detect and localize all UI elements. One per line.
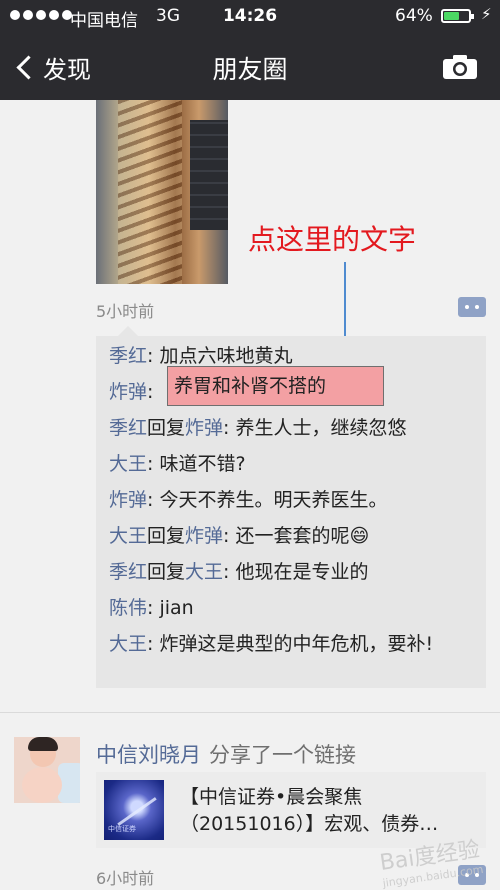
- commenter-name[interactable]: 季红: [109, 345, 147, 367]
- comment-text: 回复: [147, 525, 186, 547]
- battery-icon: [441, 9, 474, 23]
- comment-line[interactable]: 大王回复炸弹: 还一套套的呢😄: [109, 524, 479, 548]
- comment-button[interactable]: [458, 297, 486, 317]
- post-time: 6小时前: [96, 869, 155, 888]
- comment-line[interactable]: 季红回复大王: 他现在是专业的: [109, 560, 479, 584]
- comment-line[interactable]: 季红回复炸弹: 养生人士，继续忽悠: [109, 416, 479, 440]
- nav-bar: 发现 朋友圈: [0, 34, 500, 100]
- avatar[interactable]: [14, 737, 80, 803]
- commenter-name[interactable]: 大王: [109, 453, 147, 475]
- comment-text: : 他现在是专业的: [223, 561, 369, 583]
- commenter-name[interactable]: 陈伟: [109, 597, 147, 619]
- link-title: 【中信证券•晨会聚焦（20151016）】宏观、债券…: [180, 786, 439, 835]
- post-time: 5小时前: [96, 302, 155, 321]
- post-divider: [0, 712, 500, 713]
- link-thumbnail: 中信证券: [104, 780, 164, 840]
- comment-text: : 今天不养生。明天养医生。: [147, 489, 388, 511]
- share-action: 分享了一个链接: [209, 743, 356, 767]
- commenter-name[interactable]: 炸弹: [185, 525, 223, 547]
- charging-bolt-icon: ⚡: [481, 5, 492, 23]
- status-bar: 中国电信 3G 14:26 64% ⚡: [0, 0, 500, 34]
- comment-line[interactable]: 陈伟: jian: [109, 596, 479, 620]
- highlighted-comment-text[interactable]: 养胃和补肾不搭的: [167, 366, 384, 406]
- commenter-name[interactable]: 炸弹: [109, 489, 147, 511]
- comment-text: : jian: [147, 597, 194, 619]
- comment-line[interactable]: 季红: 加点六味地黄丸: [109, 344, 479, 368]
- author-name[interactable]: 中信刘晓月: [96, 743, 201, 767]
- comment-text: 回复: [147, 561, 186, 583]
- comment-line[interactable]: 大王: 炸弹这是典型的中年危机，要补!: [109, 632, 479, 656]
- thumbnail-label: 中信证券: [108, 825, 136, 833]
- comment-line[interactable]: 大王: 味道不错?: [109, 452, 479, 476]
- annotation-text: 点这里的文字: [248, 223, 417, 256]
- comment-text: : 加点六味地黄丸: [147, 345, 293, 367]
- battery-fill: [444, 12, 460, 20]
- post-header: 中信刘晓月 分享了一个链接: [96, 739, 356, 769]
- post-photo[interactable]: [96, 100, 228, 284]
- commenter-name[interactable]: 炸弹: [109, 381, 147, 403]
- comment-line[interactable]: 炸弹: 今天不养生。明天养医生。: [109, 488, 479, 512]
- commenter-name[interactable]: 大王: [109, 633, 147, 655]
- shared-link-card[interactable]: 中信证券 【中信证券•晨会聚焦（20151016）】宏观、债券…: [96, 772, 486, 848]
- comment-text: : 炸弹这是典型的中年危机，要补!: [147, 633, 434, 655]
- page-title: 朋友圈: [212, 55, 288, 84]
- comment-text: : 养生人士，继续忽悠: [223, 417, 407, 439]
- comment-text: : 还一套套的呢😄: [223, 525, 370, 547]
- battery-percent: 64%: [395, 6, 433, 26]
- commenter-name[interactable]: 大王: [185, 561, 223, 583]
- comment-text: : 味道不错?: [147, 453, 246, 475]
- commenter-name[interactable]: 炸弹: [185, 417, 223, 439]
- commenter-name[interactable]: 季红: [109, 417, 147, 439]
- commenter-name[interactable]: 大王: [109, 525, 147, 547]
- comment-text: 回复: [147, 417, 186, 439]
- comment-text: :: [147, 381, 154, 403]
- top-bar: 中国电信 3G 14:26 64% ⚡ 发现 朋友圈: [0, 0, 500, 100]
- commenter-name[interactable]: 季红: [109, 561, 147, 583]
- camera-icon[interactable]: [442, 54, 478, 80]
